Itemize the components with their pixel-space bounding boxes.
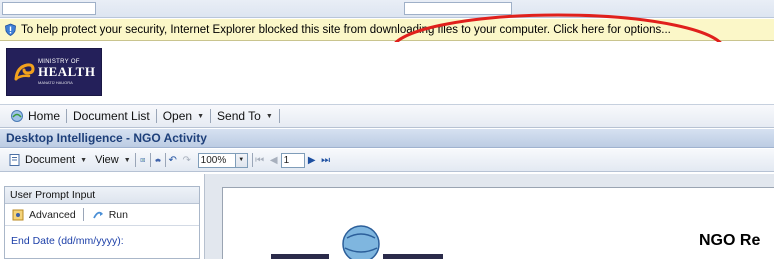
end-date-label: End Date (dd/mm/yyyy): [11, 235, 124, 247]
document-menu-button[interactable]: Document ▼ [4, 153, 91, 167]
main-navigation-toolbar: Home Document List Open ▼ Send To ▼ [0, 104, 774, 128]
document-icon [9, 154, 20, 166]
advanced-label: Advanced [29, 208, 76, 221]
user-prompt-header: User Prompt Input [5, 187, 199, 204]
document-menu-label: Document [25, 154, 76, 166]
open-label: Open [162, 109, 193, 123]
user-prompt-panel: User Prompt Input Advanced Run End Date … [4, 186, 200, 259]
logo-line-3: MANATŪ HAUORA [38, 80, 73, 85]
document-list-button[interactable]: Document List [67, 109, 156, 123]
first-page-icon: ⏮ [255, 154, 265, 166]
advanced-button[interactable]: Advanced [11, 208, 76, 222]
chevron-down-icon: ▼ [80, 156, 88, 164]
report-brand-logo [271, 225, 443, 259]
report-page: NGO Re [222, 187, 774, 259]
security-information-bar[interactable]: To help protect your security, Internet … [0, 19, 774, 41]
report-toolbar: Document ▼ View ▼ ↶ ↷ 100% ▼ ⏮ ◀ 1 ▶ ⏭ [0, 149, 774, 172]
run-button[interactable]: Run [91, 208, 128, 222]
next-page-icon[interactable]: ▶ [305, 153, 319, 167]
zoom-input[interactable]: 100% [197, 152, 236, 168]
koru-logo-icon [14, 63, 35, 81]
chevron-down-icon: ▼ [197, 112, 205, 120]
previous-page-icon: ◀ [269, 154, 278, 166]
redo-icon: ↷ [182, 154, 191, 166]
report-title: NGO Re [699, 232, 761, 249]
toolbar-separator [82, 208, 84, 221]
information-bar-message: To help protect your security, Internet … [21, 23, 671, 36]
logo-line-2: HEALTH [38, 64, 96, 79]
header-logo-area: MINISTRY OF HEALTH MANATŪ HAUORA [0, 42, 774, 102]
find-binoculars-icon[interactable] [151, 153, 165, 167]
last-page-icon[interactable]: ⏭ [319, 153, 333, 167]
ministry-of-health-logo[interactable]: MINISTRY OF HEALTH MANATŪ HAUORA [6, 48, 102, 96]
page-number-input[interactable]: 1 [280, 152, 305, 168]
view-menu-button[interactable]: View ▼ [91, 154, 135, 166]
home-button[interactable]: Home [4, 109, 66, 123]
zoom-dropdown-button[interactable]: ▼ [235, 152, 248, 168]
refresh-data-icon[interactable] [136, 153, 150, 167]
chevron-down-icon: ▼ [123, 156, 131, 164]
send-to-menu-button[interactable]: Send To ▼ [211, 109, 279, 123]
document-title-bar: Desktop Intelligence - NGO Activity [0, 129, 774, 148]
open-menu-button[interactable]: Open ▼ [157, 109, 210, 123]
address-bar-strip [0, 0, 774, 18]
undo-icon[interactable]: ↶ [166, 153, 180, 167]
shield-warning-icon [4, 23, 17, 36]
document-list-label: Document List [73, 109, 150, 123]
chevron-down-icon: ▼ [265, 112, 273, 120]
address-field-left[interactable] [2, 2, 96, 15]
home-icon [11, 110, 23, 122]
document-title: Desktop Intelligence - NGO Activity [6, 131, 207, 145]
send-to-label: Send To [217, 109, 261, 123]
toolbar-separator [278, 109, 280, 123]
advanced-icon [11, 208, 25, 222]
home-label: Home [28, 109, 61, 123]
view-menu-label: View [95, 154, 119, 166]
address-field-right[interactable] [404, 2, 512, 15]
run-icon [91, 208, 105, 222]
user-prompt-tools: Advanced Run [5, 204, 199, 226]
run-label: Run [108, 208, 128, 221]
